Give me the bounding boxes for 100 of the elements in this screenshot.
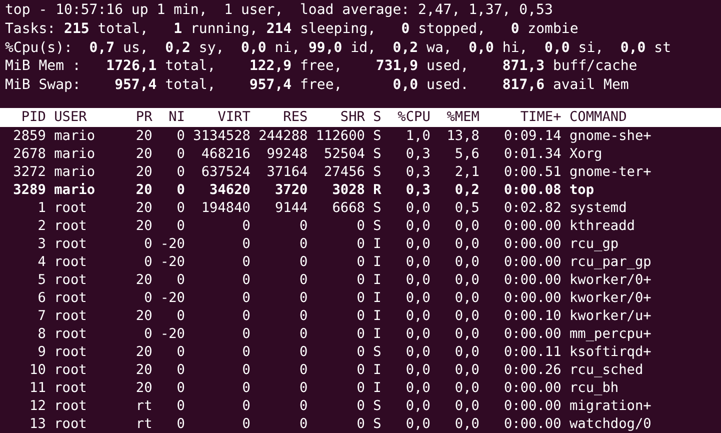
- table-cell-text: root: [54, 270, 88, 289]
- table-cell-text: 0: [356, 252, 365, 271]
- table-cell: gnome-ter+: [569, 162, 652, 181]
- table-cell-text: 0: [356, 378, 365, 397]
- table-cell: rcu_bh: [569, 378, 619, 397]
- table-cell-text: 0,0: [404, 360, 430, 379]
- table-cell-text: root: [54, 306, 88, 325]
- table-cell-text: 0: [176, 126, 185, 145]
- table-cell-text: 0,0: [454, 414, 480, 433]
- table-cell-text: 0: [176, 270, 185, 289]
- table-cell: -20: [160, 324, 185, 343]
- table-cell: ksoftirqd+: [569, 342, 652, 361]
- table-cell-text: 0: [298, 360, 308, 379]
- table-cell-text: 0,0: [404, 216, 430, 235]
- table-cell-text: 0: [356, 306, 365, 325]
- table-cell-text: 0:01.34: [503, 144, 562, 163]
- table-cell-text: root: [54, 396, 88, 415]
- table-cell-text: 0:00.00: [503, 270, 562, 289]
- table-cell-text: 0:00.00: [503, 288, 562, 307]
- table-cell-text: 20: [134, 162, 152, 181]
- table-cell-text: root: [54, 216, 88, 235]
- table-cell-text: 0: [176, 216, 185, 235]
- table-cell-text: 5,6: [454, 144, 480, 163]
- table-cell: S: [373, 126, 382, 145]
- table-cell: R: [373, 180, 382, 199]
- table-cell-text: 0: [176, 162, 185, 181]
- table-cell-text: 0: [356, 270, 365, 289]
- table-cell-text: 0: [176, 144, 185, 163]
- table-cell-text: 3720: [274, 180, 308, 199]
- table-cell: I: [373, 378, 382, 397]
- column-header: VIRT: [216, 108, 250, 127]
- table-cell-text: 0:09.14: [503, 126, 562, 145]
- table-cell-text: 0,0: [404, 342, 430, 361]
- table-cell-text: 0: [241, 414, 250, 433]
- table-cell: I: [373, 306, 382, 325]
- column-header: USER: [54, 108, 88, 127]
- table-cell-text: 20: [134, 342, 152, 361]
- table-cell: S: [373, 414, 382, 433]
- table-cell-text: 0,0: [454, 360, 480, 379]
- table-cell-text: 0:02.82: [503, 198, 562, 217]
- table-cell-text: root: [54, 342, 88, 361]
- table-cell-text: root: [54, 414, 88, 433]
- table-cell-text: 5: [36, 270, 46, 289]
- table-cell-text: 0,0: [454, 306, 480, 325]
- table-cell-text: 0:00.00: [503, 414, 562, 433]
- table-cell: S: [373, 198, 382, 217]
- table-cell-text: 0: [298, 396, 308, 415]
- table-cell: rcu_par_gp: [569, 252, 652, 271]
- table-cell-text: 3289: [12, 180, 46, 199]
- table-cell-text: 34620: [208, 180, 250, 199]
- table-cell-text: 0,5: [454, 198, 480, 217]
- table-cell-text: 2678: [12, 144, 46, 163]
- table-cell-text: 37164: [266, 162, 308, 181]
- table-cell-text: 20: [134, 306, 152, 325]
- table-cell-text: 637524: [200, 162, 250, 181]
- table-cell-text: root: [54, 378, 88, 397]
- table-cell-text: root: [54, 234, 88, 253]
- table-cell-text: 0: [241, 378, 250, 397]
- table-cell-text: 20: [134, 270, 152, 289]
- table-cell-text: 0: [298, 378, 308, 397]
- table-cell-text: 0,0: [404, 270, 430, 289]
- table-cell: I: [373, 288, 382, 307]
- summary-line: Tasks: 215 total, 1 running, 214 sleeping, 0 stopped, 0 zombie: [5, 20, 578, 39]
- table-cell-text: 0:00.51: [503, 162, 562, 181]
- table-cell: -20: [160, 288, 185, 307]
- table-cell: rcu_sched: [569, 360, 644, 379]
- table-cell-text: 2859: [12, 126, 46, 145]
- table-cell-text: 0,0: [454, 234, 480, 253]
- table-cell-text: 0: [241, 324, 250, 343]
- table-cell-text: 52504: [323, 144, 365, 163]
- table-cell-text: 0: [298, 342, 308, 361]
- table-cell: S: [373, 144, 382, 163]
- table-cell-text: 6668: [331, 198, 365, 217]
- table-cell-text: 0: [298, 234, 308, 253]
- table-cell: watchdog/0: [569, 414, 652, 433]
- table-cell-text: 0,0: [404, 414, 430, 433]
- table-cell-text: root: [54, 360, 88, 379]
- column-header: PID: [20, 108, 46, 127]
- table-cell-text: 0: [241, 342, 250, 361]
- table-cell-text: 0,0: [454, 270, 480, 289]
- table-cell-text: 20: [134, 216, 152, 235]
- table-cell: S: [373, 396, 382, 415]
- table-cell: -20: [160, 252, 185, 271]
- summary-line: %Cpu(s): 0,7 us, 0,2 sy, 0,0 ni, 99,0 id, 0,2 wa, 0,0 hi, 0,0 si, 0,0 st: [5, 38, 672, 58]
- table-cell-text: 13,8: [446, 126, 480, 145]
- table-cell: I: [373, 360, 382, 379]
- table-cell-text: 0,0: [404, 252, 430, 271]
- summary-line: MiB Swap: 957,4 total, 957,4 free, 0,0 used. 817,6 avail Mem: [5, 76, 629, 95]
- column-header: S: [373, 108, 382, 127]
- column-header: TIME+: [519, 108, 562, 127]
- table-cell: kthreadd: [569, 216, 635, 235]
- table-cell-text: 0: [241, 396, 250, 415]
- table-cell-text: 0,3: [404, 180, 430, 199]
- table-cell: S: [373, 216, 382, 235]
- column-header: COMMAND: [569, 108, 627, 127]
- table-cell-text: 0: [356, 414, 365, 433]
- table-cell: 244288: [258, 126, 308, 145]
- column-header: RES: [282, 108, 308, 127]
- table-cell-text: 0,0: [404, 288, 430, 307]
- table-cell-text: 0: [356, 360, 365, 379]
